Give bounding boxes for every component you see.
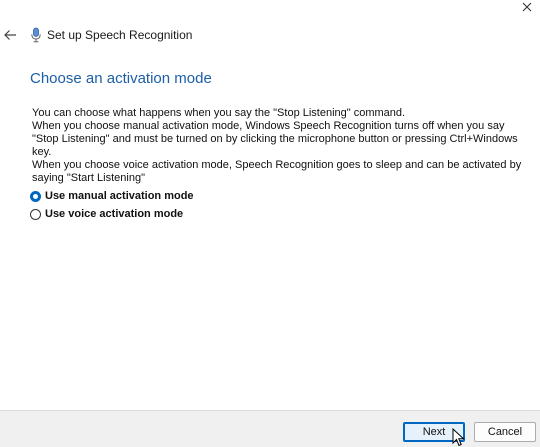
button-footer: Next Cancel [0, 410, 540, 447]
manual-activation-option[interactable]: Use manual activation mode [30, 187, 194, 205]
radio-button-unchecked[interactable] [30, 208, 41, 220]
description-text: You can choose what happens when you say… [32, 107, 532, 185]
radio-button-checked[interactable] [30, 190, 41, 202]
next-button[interactable]: Next [403, 422, 465, 442]
voice-activation-option[interactable]: Use voice activation mode [30, 205, 194, 223]
close-button[interactable] [516, 0, 538, 14]
page-heading: Choose an activation mode [30, 70, 212, 87]
back-button[interactable] [2, 27, 18, 43]
back-arrow-icon [4, 30, 16, 40]
microphone-icon [31, 27, 41, 43]
close-icon [522, 2, 532, 12]
speech-setup-window: Set up Speech Recognition Choose an acti… [0, 0, 540, 447]
description-line: When you choose manual activation mode, … [32, 120, 518, 158]
title-bar: Set up Speech Recognition [0, 24, 540, 46]
description-line: You can choose what happens when you say… [32, 107, 406, 119]
description-line: When you choose voice activation mode, S… [32, 159, 522, 184]
manual-activation-label: Use manual activation mode [45, 190, 194, 202]
voice-activation-label: Use voice activation mode [45, 208, 184, 220]
window-title: Set up Speech Recognition [47, 28, 193, 42]
cancel-button[interactable]: Cancel [474, 422, 536, 442]
activation-mode-radio-group: Use manual activation mode Use voice act… [30, 187, 194, 223]
